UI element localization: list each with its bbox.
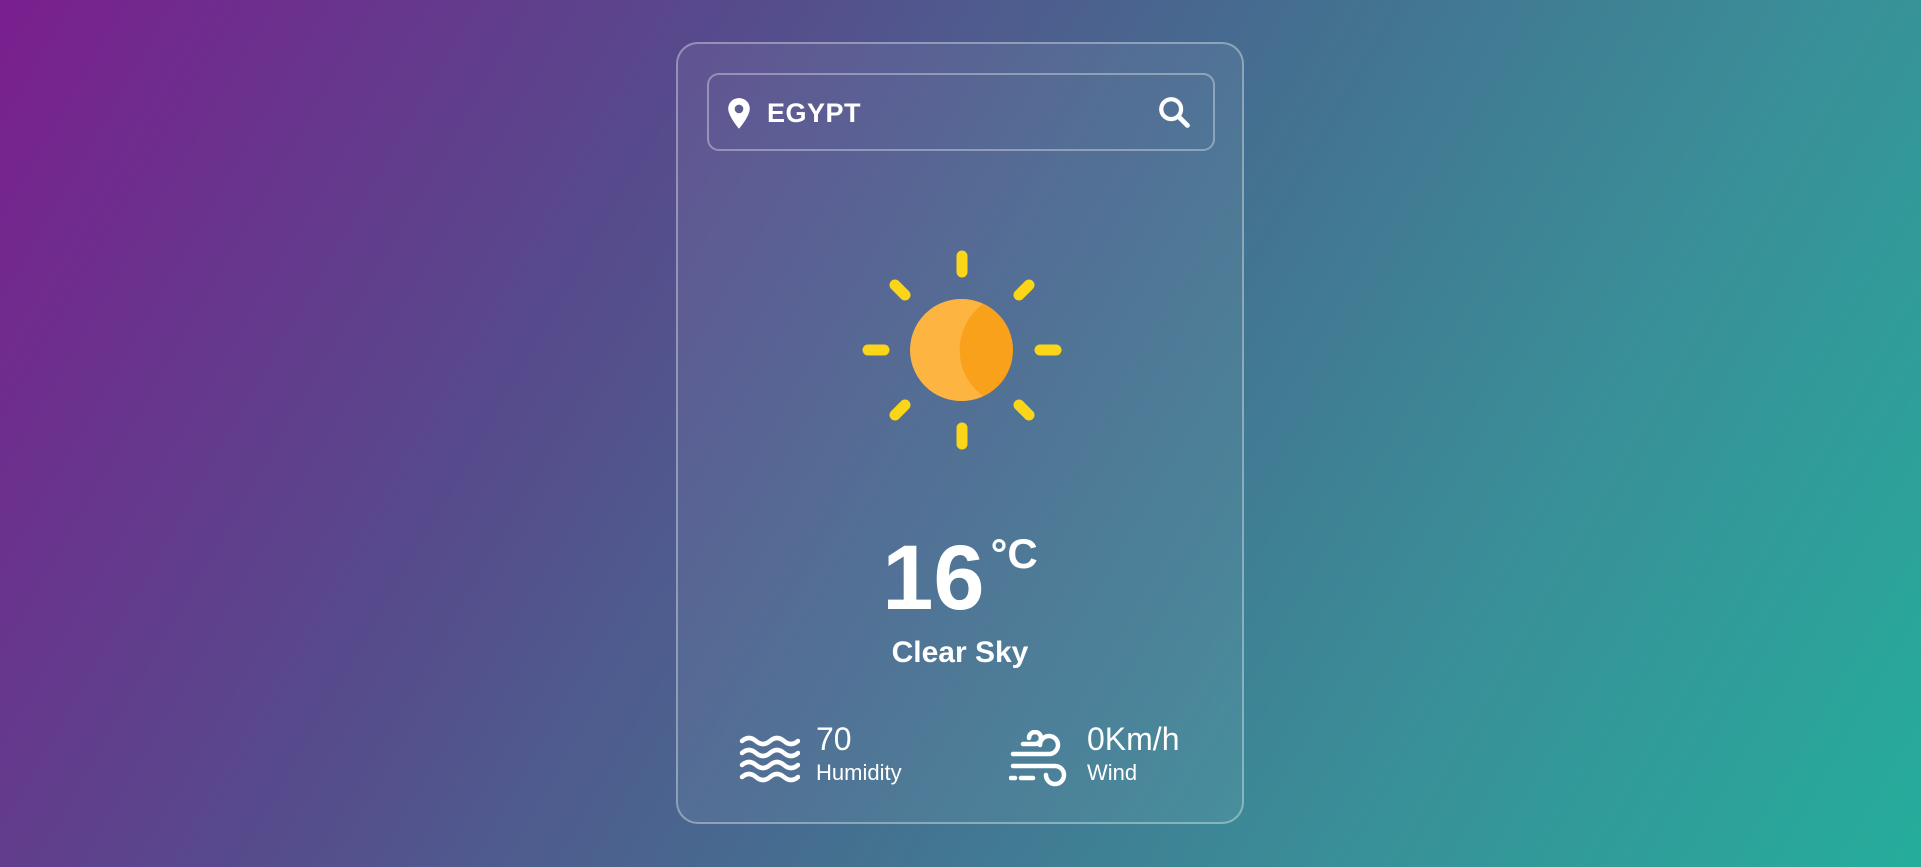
sun-icon	[862, 250, 1062, 450]
wind-label: Wind	[1087, 760, 1138, 785]
map-pin-icon	[728, 98, 750, 129]
weather-card: 16°C Clear Sky 70 Humidity 0Km/h Wind	[676, 42, 1244, 824]
humidity-value: 70	[816, 721, 852, 757]
search-icon[interactable]	[1157, 95, 1191, 129]
temperature-unit: °C	[990, 530, 1038, 577]
wind-value: 0Km/h	[1087, 721, 1180, 757]
search-bar	[707, 73, 1215, 151]
water-waves-icon	[739, 735, 800, 783]
wind-icon	[1009, 730, 1067, 787]
temperature-value: 16	[882, 527, 985, 629]
humidity-label: Humidity	[816, 760, 902, 785]
weather-description: Clear Sky	[891, 636, 1029, 669]
temperature-display: 16 °C	[678, 527, 1242, 629]
location-search-input[interactable]	[767, 89, 1137, 137]
